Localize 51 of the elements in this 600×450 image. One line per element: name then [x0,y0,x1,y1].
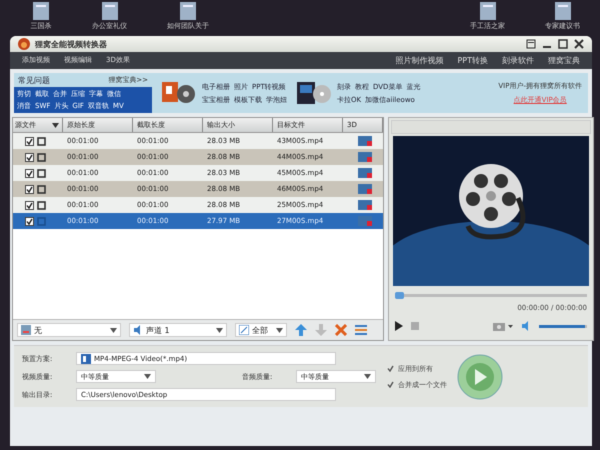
dropdown[interactable]: 声道 1 [129,323,227,337]
checkbox[interactable] [386,364,395,373]
slides-and-reel-icon[interactable] [162,80,196,106]
maximize-icon[interactable] [558,39,568,49]
dropdown[interactable]: 全部 [235,323,287,337]
seek-slider-thumb[interactable] [395,292,404,299]
checkbox[interactable] [25,136,34,146]
checkbox[interactable] [25,152,34,162]
dropdown-arrow-icon [144,374,151,379]
dropdown-arrow-icon[interactable] [52,122,59,128]
menu-item[interactable]: 狸窝宝典 [548,55,580,66]
video-format-icon [81,354,91,364]
check-icon [26,138,33,144]
dropdown-arrow-icon [364,374,371,379]
fox-logo-icon [18,38,30,50]
list-icon[interactable] [355,324,367,336]
check-icon [26,186,33,192]
checkbox[interactable] [386,380,395,389]
speaker-icon[interactable] [521,321,531,331]
checkbox[interactable] [25,184,34,194]
film-and-disc-icon[interactable] [297,80,331,106]
check-icon [26,154,33,160]
check-icon [387,365,394,372]
faq-title: 常见问题 [18,74,50,86]
play-icon[interactable] [395,321,403,331]
dropdown-arrow-icon [216,328,223,332]
dropdown-arrow-icon [276,328,283,332]
check-icon [26,170,33,176]
check-icon [387,381,394,388]
menu-item[interactable]: 刻录软件 [502,55,534,66]
up-arrow-icon[interactable] [295,324,307,336]
document-icon[interactable] [30,2,52,20]
document-icon[interactable] [177,2,199,20]
window-title: 狸窝全能视频转换器 [35,38,107,50]
speaker-icon [133,325,143,335]
subtitle-icon [21,325,31,335]
camera-icon[interactable] [493,321,513,331]
dropdown[interactable]: 无 [17,323,121,337]
checkbox[interactable] [25,168,34,178]
close-icon[interactable] [574,39,584,49]
checkbox[interactable] [25,216,34,226]
filter-icon [239,325,249,335]
menu-item[interactable]: 照片制作视频 [395,55,444,66]
volume-slider-fill[interactable] [539,324,585,328]
dropdown-arrow-icon [110,328,117,332]
check-icon [26,202,33,208]
delete-icon[interactable] [335,324,347,336]
skin-icon[interactable] [526,39,536,49]
menu-item[interactable]: PPT转换 [457,55,488,66]
checkbox[interactable] [25,200,34,210]
check-icon [26,218,33,224]
